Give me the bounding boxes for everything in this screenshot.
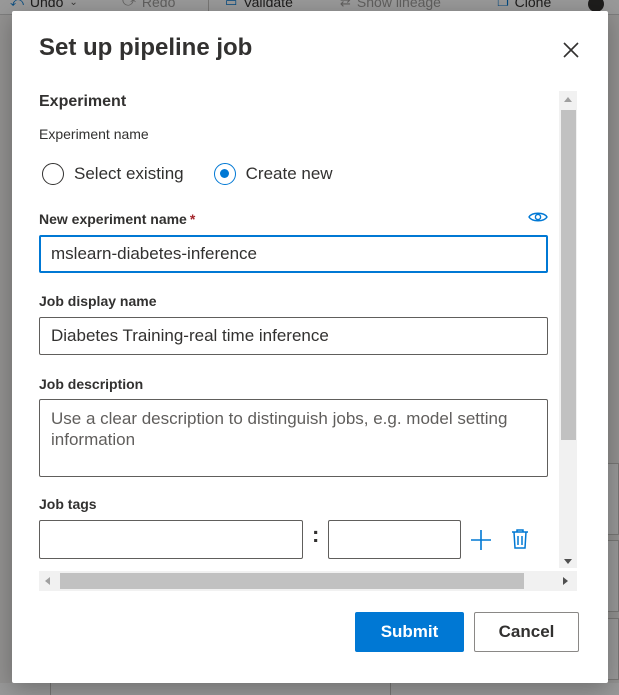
section-title-experiment: Experiment (39, 93, 127, 110)
experiment-name-label: Experiment name (39, 126, 149, 142)
experiment-radio-group: Select existing Create new (42, 163, 363, 185)
scroll-thumb[interactable] (561, 110, 576, 440)
new-experiment-name-input[interactable]: mslearn-diabetes-inference (39, 235, 548, 273)
setup-pipeline-job-dialog: Set up pipeline job Experiment Experimen… (12, 11, 608, 683)
radio-label: Create new (245, 164, 333, 183)
close-icon (563, 42, 579, 58)
scroll-up-arrow[interactable] (564, 97, 572, 102)
horizontal-scrollbar[interactable] (39, 571, 577, 591)
tag-separator: : (312, 522, 320, 547)
job-description-textarea[interactable]: Use a clear description to distinguish j… (39, 399, 548, 477)
delete-icon (512, 529, 528, 549)
radio-select-existing[interactable]: Select existing (42, 163, 184, 185)
scroll-left-arrow[interactable] (45, 577, 50, 585)
scroll-right-arrow[interactable] (563, 577, 568, 585)
scroll-thumb[interactable] (60, 573, 524, 589)
new-experiment-name-label: New experiment name * (39, 211, 196, 227)
job-display-name-label: Job display name (39, 293, 157, 309)
cancel-button[interactable]: Cancel (474, 612, 579, 652)
eye-icon[interactable] (528, 210, 548, 222)
radio-circle-checked[interactable] (213, 163, 236, 185)
scroll-down-arrow[interactable] (564, 559, 572, 564)
delete-tag-button[interactable] (511, 528, 529, 555)
required-marker: * (189, 211, 196, 227)
radio-circle-unchecked[interactable] (42, 163, 64, 185)
vertical-scrollbar[interactable] (559, 91, 577, 568)
radio-create-new[interactable]: Create new (213, 163, 333, 185)
job-tags-label: Job tags (39, 496, 97, 512)
job-display-name-input[interactable]: Diabetes Training-real time inference (39, 317, 548, 355)
add-icon (471, 530, 491, 550)
job-description-label: Job description (39, 376, 144, 392)
radio-label: Select existing (74, 164, 184, 183)
close-button[interactable] (560, 39, 582, 61)
submit-button[interactable]: Submit (355, 612, 464, 652)
add-tag-button[interactable] (469, 528, 493, 557)
dialog-title: Set up pipeline job (39, 34, 253, 61)
tag-key-input[interactable] (39, 520, 303, 559)
tag-value-input[interactable] (328, 520, 461, 559)
dialog-content: Experiment Experiment name Select existi… (39, 91, 551, 571)
